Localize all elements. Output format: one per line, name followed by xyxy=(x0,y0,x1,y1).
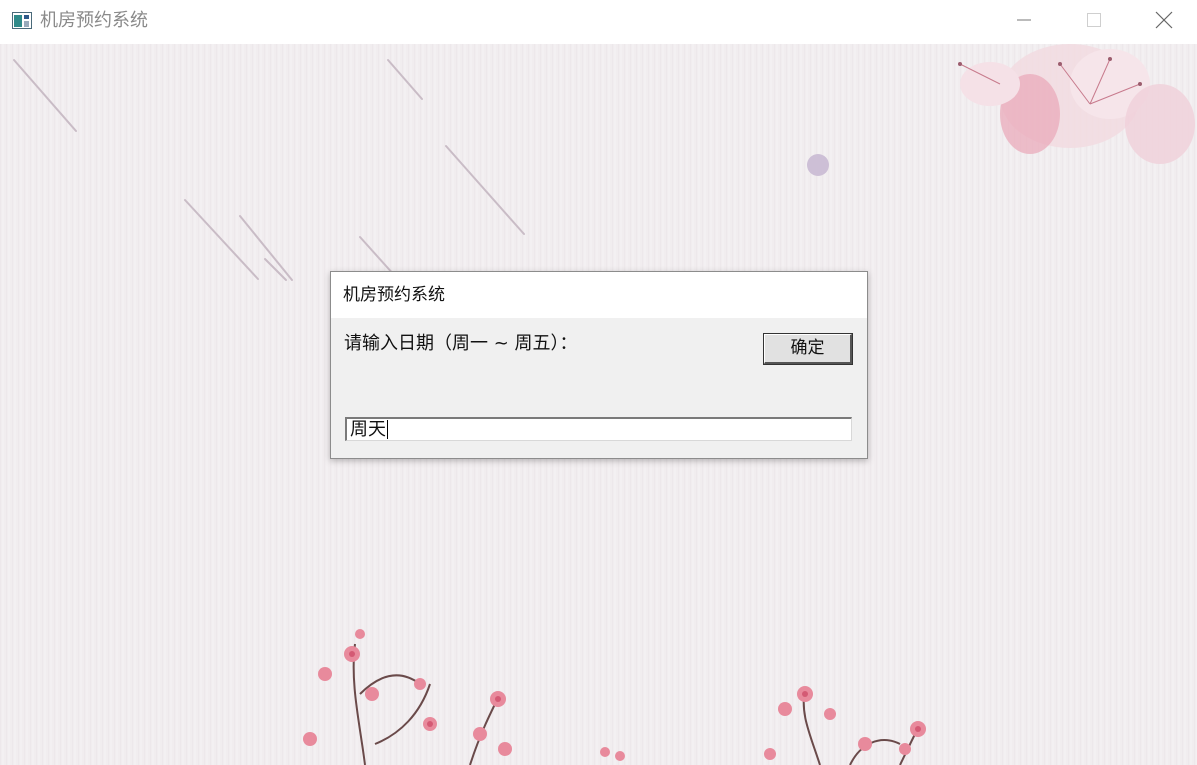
window-title: 机房预约系统 xyxy=(40,10,148,31)
window-titlebar[interactable]: 机房预约系统 xyxy=(0,0,1197,44)
main-window: 机房预约系统 机房预约系统 请输入日期（周一 ~ 周五）： 确定 周天 xyxy=(0,0,1197,765)
decorative-dot xyxy=(807,154,829,176)
date-input-field[interactable]: 周天 xyxy=(345,417,852,441)
dialog-title: 机房预约系统 xyxy=(343,285,445,305)
close-button[interactable] xyxy=(1132,0,1196,44)
ok-button[interactable]: 确定 xyxy=(763,333,853,365)
minimize-icon xyxy=(1016,12,1032,32)
maximize-icon xyxy=(1086,12,1102,32)
date-input-value: 周天 xyxy=(350,418,386,440)
app-window-icon xyxy=(12,12,32,29)
maximize-button[interactable] xyxy=(1062,0,1126,44)
date-prompt-label: 请输入日期（周一 ~ 周五）： xyxy=(344,333,578,354)
dialog-titlebar[interactable]: 机房预约系统 xyxy=(331,272,867,318)
close-icon xyxy=(1155,11,1173,33)
text-caret xyxy=(387,420,388,439)
minimize-button[interactable] xyxy=(992,0,1056,44)
date-input-dialog: 机房预约系统 请输入日期（周一 ~ 周五）： 确定 周天 xyxy=(330,271,868,459)
